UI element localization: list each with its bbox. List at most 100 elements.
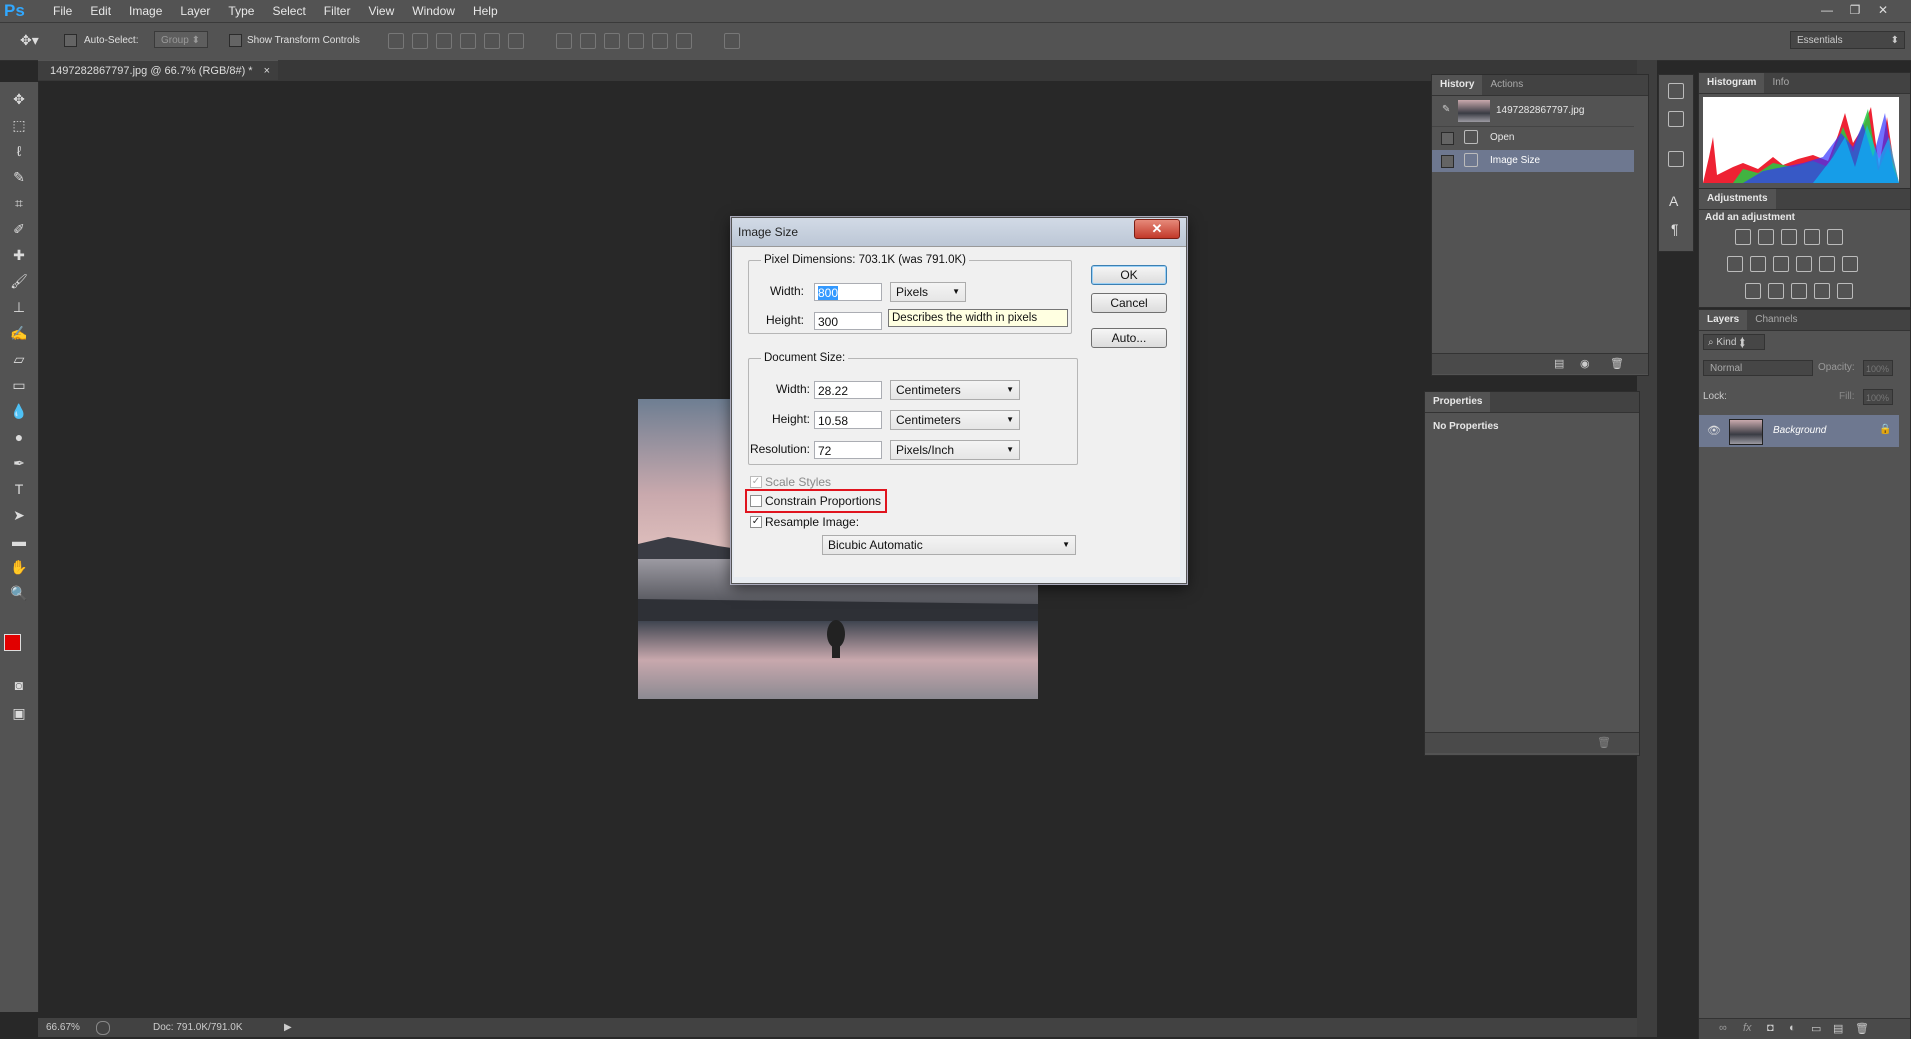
menu-view[interactable]: View — [359, 3, 403, 19]
pd-height-input[interactable]: 300 — [814, 312, 882, 330]
exposure-icon[interactable] — [1804, 229, 1820, 245]
properties-delete-icon[interactable]: 🗑 — [1597, 736, 1611, 749]
hue-saturation-icon[interactable] — [1727, 256, 1743, 272]
type-tool-icon[interactable]: T — [8, 478, 30, 500]
menu-window[interactable]: Window — [403, 3, 464, 19]
lasso-tool-icon[interactable]: ℓ — [8, 140, 30, 162]
fill-field[interactable]: 100% — [1863, 389, 1893, 405]
history-source-checkbox[interactable] — [1441, 155, 1454, 168]
workspace-dropdown[interactable]: Essentials ⬍ — [1790, 31, 1905, 49]
pd-width-unit-select[interactable]: Pixels ▼ — [890, 282, 966, 302]
ds-height-unit-select[interactable]: Centimeters ▼ — [890, 410, 1020, 430]
group-layers-icon[interactable]: ▭ — [1811, 1022, 1821, 1035]
tab-info[interactable]: Info — [1764, 73, 1797, 93]
menu-type[interactable]: Type — [219, 3, 263, 19]
delete-layer-icon[interactable]: 🗑 — [1855, 1022, 1869, 1035]
delete-state-icon[interactable]: 🗑 — [1610, 357, 1624, 370]
move-tool-icon[interactable]: ✥ — [8, 88, 30, 110]
eraser-tool-icon[interactable]: ▱ — [8, 348, 30, 370]
vibrance-icon[interactable] — [1827, 229, 1843, 245]
layer-visibility-eye-icon[interactable]: 👁 — [1707, 424, 1721, 437]
resample-method-select[interactable]: Bicubic Automatic ▼ — [822, 535, 1076, 555]
distribute-bottom-icon[interactable] — [604, 33, 620, 49]
show-transform-checkbox[interactable] — [229, 34, 242, 47]
align-vcenter-icon[interactable] — [412, 33, 428, 49]
minimize-button[interactable]: — — [1815, 0, 1839, 20]
menu-file[interactable]: File — [44, 3, 81, 19]
menu-edit[interactable]: Edit — [81, 3, 120, 19]
new-document-from-state-icon[interactable]: ▤ — [1554, 357, 1564, 370]
posterize-icon[interactable] — [1768, 283, 1784, 299]
menu-layer[interactable]: Layer — [171, 3, 219, 19]
distribute-right-icon[interactable] — [676, 33, 692, 49]
auto-button[interactable]: Auto... — [1091, 328, 1167, 348]
threshold-icon[interactable] — [1791, 283, 1807, 299]
new-layer-icon[interactable]: ▤ — [1833, 1022, 1843, 1035]
crop-tool-icon[interactable]: ⌗ — [8, 192, 30, 214]
quick-select-tool-icon[interactable]: ✎ — [8, 166, 30, 188]
distribute-left-icon[interactable] — [628, 33, 644, 49]
link-layers-icon[interactable]: ∞ — [1719, 1022, 1727, 1034]
resample-image-checkbox[interactable]: ✓ — [750, 516, 762, 528]
selective-color-icon[interactable] — [1814, 283, 1830, 299]
menu-select[interactable]: Select — [263, 3, 314, 19]
distribute-hcenter-icon[interactable] — [652, 33, 668, 49]
align-left-icon[interactable] — [460, 33, 476, 49]
distribute-vcenter-icon[interactable] — [580, 33, 596, 49]
align-hcenter-icon[interactable] — [484, 33, 500, 49]
layer-row-background[interactable]: 👁 Background 🔒 — [1699, 415, 1899, 447]
auto-select-dropdown[interactable]: Group ⬍ — [154, 31, 208, 48]
align-right-icon[interactable] — [508, 33, 524, 49]
channel-mixer-icon[interactable] — [1819, 256, 1835, 272]
pd-width-input[interactable]: 800 — [814, 283, 882, 301]
layer-style-icon[interactable]: fx — [1743, 1022, 1752, 1034]
shape-tool-icon[interactable]: ▬ — [8, 530, 30, 552]
foreground-color-swatch[interactable] — [4, 634, 21, 651]
status-menu-arrow-icon[interactable]: ▶ — [284, 1018, 292, 1037]
brightness-contrast-icon[interactable] — [1735, 229, 1751, 245]
eyedropper-tool-icon[interactable]: ✐ — [8, 218, 30, 240]
path-select-tool-icon[interactable]: ➤ — [8, 504, 30, 526]
healing-brush-tool-icon[interactable]: ✚ — [8, 244, 30, 266]
resolution-unit-select[interactable]: Pixels/Inch ▼ — [890, 440, 1020, 460]
align-bottom-icon[interactable] — [436, 33, 452, 49]
ds-height-input[interactable]: 10.58 — [814, 411, 882, 429]
align-top-icon[interactable] — [388, 33, 404, 49]
auto-select-checkbox[interactable] — [64, 34, 77, 47]
black-white-icon[interactable] — [1773, 256, 1789, 272]
marquee-tool-icon[interactable]: ⬚ — [8, 114, 30, 136]
clone-source-icon[interactable] — [1668, 151, 1684, 167]
layer-mask-icon[interactable]: ◘ — [1767, 1022, 1774, 1034]
history-brush-source-icon[interactable]: ✎ — [1442, 104, 1452, 115]
blur-tool-icon[interactable]: 💧 — [8, 400, 30, 422]
menu-filter[interactable]: Filter — [315, 3, 360, 19]
ds-width-unit-select[interactable]: Centimeters ▼ — [890, 380, 1020, 400]
paragraph-icon[interactable]: ¶ — [1671, 221, 1679, 237]
dialog-title-bar[interactable]: Image Size ✕ — [732, 218, 1186, 247]
tab-histogram[interactable]: Histogram — [1699, 73, 1765, 93]
close-window-button[interactable]: ✕ — [1871, 0, 1895, 20]
new-snapshot-icon[interactable]: ◉ — [1580, 357, 1590, 370]
pen-tool-icon[interactable]: ✒ — [8, 452, 30, 474]
brush-icon[interactable] — [1668, 111, 1684, 127]
brush-presets-icon[interactable] — [1668, 83, 1684, 99]
zoom-tool-icon[interactable]: 🔍 — [8, 582, 30, 604]
dialog-close-button[interactable]: ✕ — [1134, 219, 1180, 239]
cancel-button[interactable]: Cancel — [1091, 293, 1167, 313]
menu-image[interactable]: Image — [120, 3, 171, 19]
character-icon[interactable]: A — [1669, 193, 1678, 209]
invert-icon[interactable] — [1745, 283, 1761, 299]
history-source-checkbox[interactable] — [1441, 132, 1454, 145]
screen-mode-icon[interactable]: ▣ — [8, 702, 30, 724]
brush-tool-icon[interactable]: 🖌 — [8, 270, 30, 292]
tab-channels[interactable]: Channels — [1747, 310, 1805, 330]
tab-adjustments[interactable]: Adjustments — [1699, 189, 1776, 209]
ok-button[interactable]: OK — [1091, 265, 1167, 285]
tab-history[interactable]: History — [1432, 75, 1483, 95]
hand-tool-icon[interactable]: ✋ — [8, 556, 30, 578]
photo-filter-icon[interactable] — [1796, 256, 1812, 272]
document-tab-close-icon[interactable]: × — [264, 61, 270, 81]
history-item-open[interactable]: Open — [1432, 127, 1634, 149]
curves-icon[interactable] — [1781, 229, 1797, 245]
levels-icon[interactable] — [1758, 229, 1774, 245]
